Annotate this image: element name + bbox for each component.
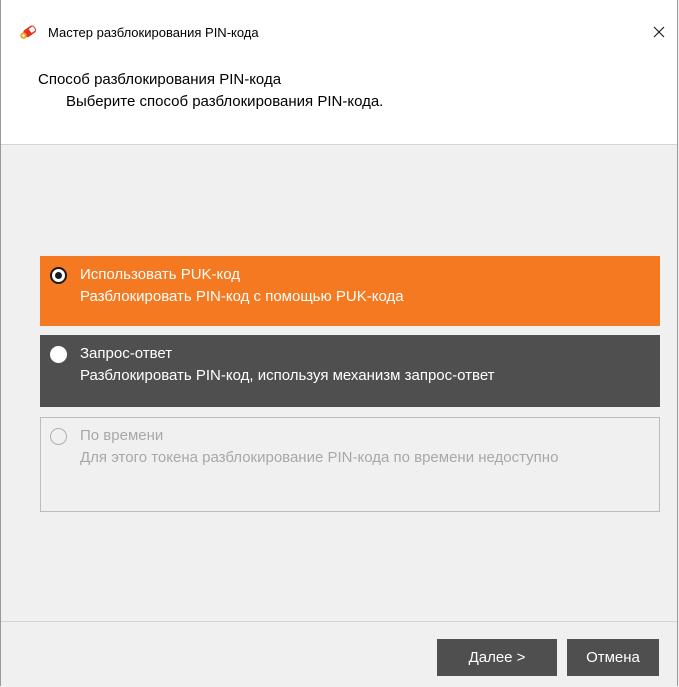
option-title: По времени	[80, 427, 164, 444]
wizard-header: Способ разблокирования PIN-кода Выберите…	[1, 60, 677, 145]
option-description: Для этого токена разблокирование PIN-код…	[80, 449, 559, 466]
wizard-footer: Далее > Отмена	[1, 621, 677, 687]
page-subtitle: Выберите способ разблокирования PIN-кода…	[66, 93, 384, 110]
radio-selected-icon[interactable]	[50, 267, 67, 284]
option-by-time-disabled: По времени Для этого токена разблокирова…	[40, 417, 660, 512]
token-key-icon	[18, 25, 40, 41]
title-bar: Мастер разблокирования PIN-кода	[1, 0, 677, 60]
option-use-puk[interactable]: Использовать PUK-код Разблокировать PIN-…	[40, 256, 660, 326]
option-challenge-response[interactable]: Запрос-ответ Разблокировать PIN-код, исп…	[40, 335, 660, 407]
close-icon[interactable]	[641, 18, 677, 46]
window-title: Мастер разблокирования PIN-кода	[48, 25, 259, 40]
cancel-button[interactable]: Отмена	[567, 639, 659, 676]
option-title: Запрос-ответ	[80, 345, 173, 362]
radio-unselected-icon[interactable]	[50, 346, 67, 363]
radio-disabled-icon	[50, 428, 67, 445]
option-description: Разблокировать PIN-код с помощью PUK-код…	[80, 288, 404, 305]
option-title: Использовать PUK-код	[80, 266, 241, 283]
next-button[interactable]: Далее >	[437, 639, 557, 676]
page-title: Способ разблокирования PIN-кода	[38, 71, 282, 88]
option-description: Разблокировать PIN-код, используя механи…	[80, 367, 495, 384]
unlock-wizard-window: Мастер разблокирования PIN-кода Способ р…	[0, 0, 678, 687]
